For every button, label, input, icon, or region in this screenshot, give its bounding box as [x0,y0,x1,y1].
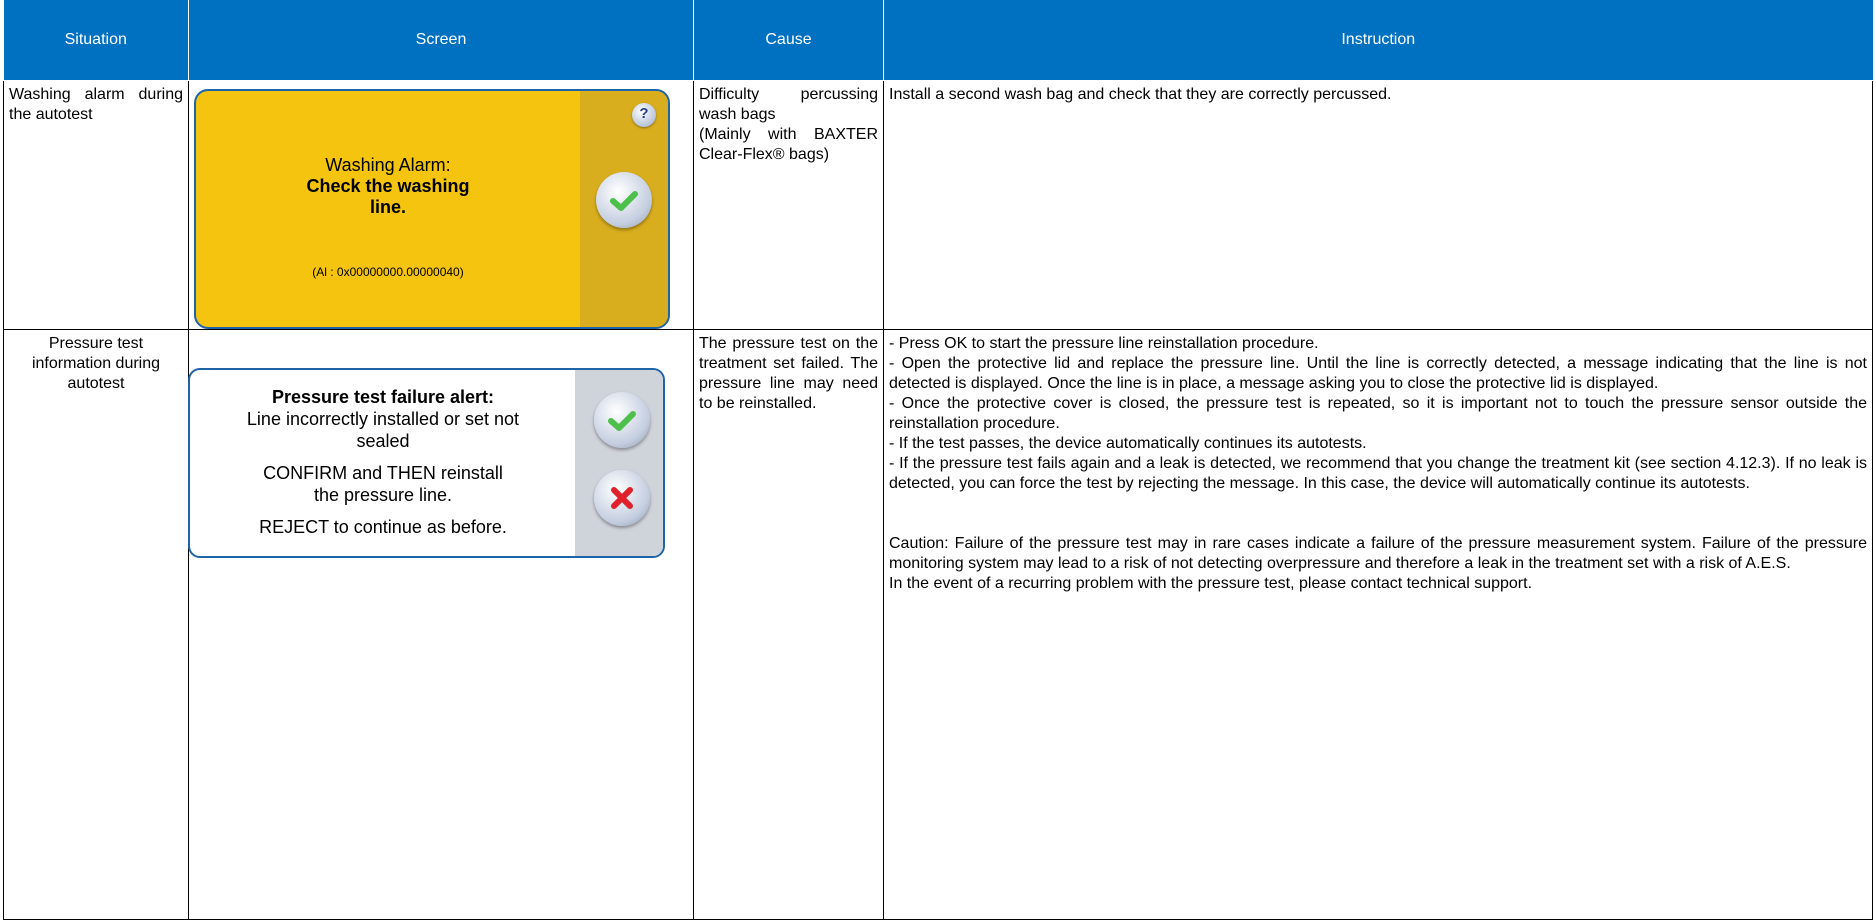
cause-text: The pressure test on the treatment set f… [699,335,878,412]
alarm-code: (Al : 0x00000000.00000040) [312,265,464,279]
alarm-message: Washing Alarm: Check the washing line. [196,155,580,218]
instruction-step: - Once the protective cover is closed, t… [889,395,1867,432]
table-row: Pressure test information during autotes… [3,329,1873,920]
instruction-cell: Install a second wash bag and check that… [883,80,1873,330]
alert-line-3: CONFIRM and THEN reinstall [263,463,503,483]
cause-cell: The pressure test on the treatment set f… [693,329,884,920]
header-situation: Situation [3,0,189,81]
situation-text: Pressure test information during autotes… [31,335,161,392]
cause-line: Difficulty percussing wash bags [699,86,878,123]
table-row: Washing alarm during the autotest ? Wash… [3,80,1873,330]
alarm-line-2: Check the washing [306,176,470,196]
help-icon[interactable]: ? [632,103,656,127]
header-cause: Cause [693,0,884,81]
alert-line-4: the pressure line. [313,485,453,505]
cross-icon [611,487,633,509]
instruction-cell: - Press OK to start the pressure line re… [883,329,1873,920]
situation-text: Washing alarm during the autotest [9,86,183,123]
instruction-text: Install a second wash bag and check that… [889,86,1392,103]
alert-line-5: REJECT to continue as before. [259,517,507,537]
table-header-row: Situation Screen Cause Instruction [3,0,1873,81]
alarm-line-3: line. [369,197,406,217]
instruction-step: - Press OK to start the pressure line re… [889,335,1319,352]
alert-line-2: sealed [356,431,410,451]
instruction-step: - If the test passes, the device automat… [889,435,1367,452]
pressure-alert-message: Pressure test failure alert: Line incorr… [190,386,576,538]
confirm-button[interactable] [594,392,650,448]
screen-cell: Pressure test failure alert: Line incorr… [188,329,694,920]
situation-cell: Pressure test information during autotes… [3,329,189,920]
reject-button[interactable] [594,470,650,526]
header-screen: Screen [188,0,694,81]
cause-line: (Mainly with BAXTER Clear-Flex® bags) [699,126,878,163]
alert-line-1: Line incorrectly installed or set not [246,409,520,429]
confirm-button[interactable] [596,172,652,228]
troubleshooting-table: Situation Screen Cause Instruction Washi… [3,0,1873,920]
washing-alarm-screen: ? Washing Alarm: Check the washing line.… [194,89,670,329]
support-text: In the event of a recurring problem with… [889,575,1533,592]
header-instruction: Instruction [883,0,1873,81]
situation-cell: Washing alarm during the autotest [3,80,189,330]
instruction-text: - Press OK to start the pressure line re… [884,330,1872,594]
checkmark-icon [610,191,638,211]
cause-text: Difficulty percussing wash bags (Mainly … [694,81,883,165]
checkmark-icon [608,411,636,431]
alarm-title: Washing Alarm: [325,155,451,175]
alert-title: Pressure test failure alert: [271,387,495,407]
instruction-step: - If the pressure test fails again and a… [889,455,1867,492]
caution-text: Caution: Failure of the pressure test ma… [889,535,1867,572]
pressure-alert-screen: Pressure test failure alert: Line incorr… [188,368,665,558]
instruction-step: - Open the protective lid and replace th… [889,355,1867,392]
screen-cell: ? Washing Alarm: Check the washing line.… [188,80,694,330]
cause-cell: Difficulty percussing wash bags (Mainly … [693,80,884,330]
